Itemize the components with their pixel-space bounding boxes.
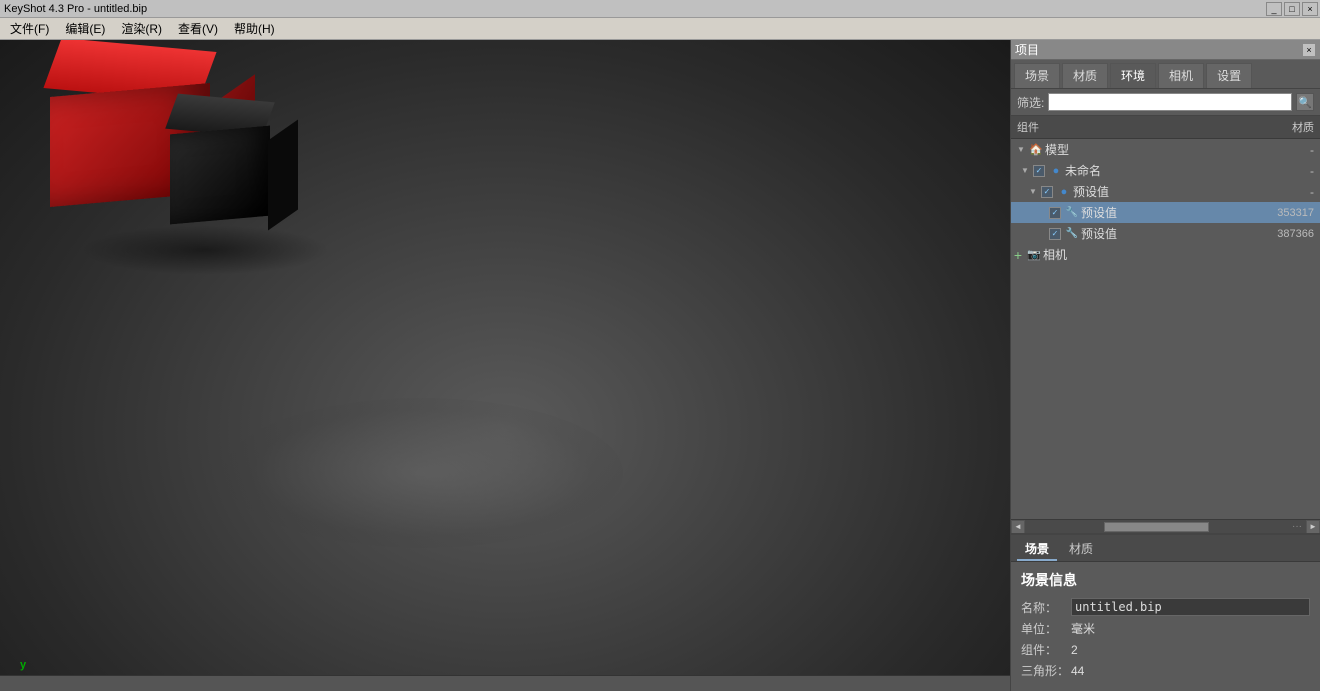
info-label-triangles: 三角形： [1021, 662, 1071, 679]
menu-edit[interactable]: 编辑(E) [59, 18, 111, 39]
black-cube-front [170, 126, 270, 225]
scroll-thumb[interactable] [1104, 522, 1209, 532]
checkbox-preset-1[interactable]: ✓ [1049, 207, 1061, 219]
model-icon: 🏠 [1029, 143, 1043, 157]
tree-item-preset-2[interactable]: ✓ 🔧 预设值 387366 [1011, 223, 1320, 244]
bottom-tab-material[interactable]: 材质 [1061, 538, 1101, 561]
minimize-button[interactable]: _ [1266, 2, 1282, 16]
tab-camera[interactable]: 相机 [1158, 63, 1204, 88]
tree-header: 组件 材质 [1011, 116, 1320, 139]
menu-help[interactable]: 帮助(H) [228, 18, 281, 39]
panel-close-button[interactable]: × [1302, 43, 1316, 57]
scene-tree: ▼ 🏠 模型 - ▼ ✓ ● 未命名 - ▼ ✓ ● 预设值 - [1011, 139, 1320, 519]
add-camera-button[interactable]: + [1011, 248, 1025, 262]
panel-title: 项目 [1015, 41, 1039, 58]
camera-icon: 📷 [1027, 248, 1041, 262]
tree-arrow-unnamed: ▼ [1019, 165, 1031, 177]
viewport-bottom-bar [0, 675, 1010, 691]
scroll-right-button[interactable]: ► [1306, 520, 1320, 534]
scroll-left-button[interactable]: ◄ [1011, 520, 1025, 534]
info-row-triangles: 三角形： 44 [1021, 662, 1310, 679]
title-bar-text: KeyShot 4.3 Pro - untitled.bip [4, 3, 147, 15]
floor-light [223, 398, 623, 548]
scene-container: y [0, 40, 1010, 691]
y-axis-label: y [20, 659, 26, 671]
scroll-track[interactable] [1025, 522, 1288, 532]
scene-name-input[interactable] [1071, 598, 1310, 616]
menu-view[interactable]: 查看(V) [172, 18, 224, 39]
scroll-dots: ··· [1288, 521, 1306, 532]
preset-parent-icon: ● [1057, 185, 1071, 199]
info-label-name: 名称： [1021, 599, 1071, 616]
viewport[interactable]: y [0, 40, 1010, 691]
close-button[interactable]: × [1302, 2, 1318, 16]
title-bar: KeyShot 4.3 Pro - untitled.bip _ □ × [0, 0, 1320, 18]
preset-1-icon: 🔧 [1065, 206, 1079, 220]
info-value-components: 2 [1071, 643, 1078, 657]
tree-item-preset-1[interactable]: ✓ 🔧 预设值 353317 [1011, 202, 1320, 223]
scene-info-title: 场景信息 [1021, 570, 1310, 590]
checkbox-preset-parent[interactable]: ✓ [1041, 186, 1053, 198]
tree-label-preset-1: 预设值 [1081, 204, 1277, 221]
tree-item-camera[interactable]: + 📷 相机 [1011, 244, 1320, 265]
info-row-components: 组件： 2 [1021, 641, 1310, 658]
menu-render[interactable]: 渲染(R) [115, 18, 168, 39]
tab-settings[interactable]: 设置 [1206, 63, 1252, 88]
maximize-button[interactable]: □ [1284, 2, 1300, 16]
search-input[interactable] [1048, 93, 1292, 111]
info-value-triangles: 44 [1071, 664, 1084, 678]
tree-item-preset-parent[interactable]: ▼ ✓ ● 预设值 - [1011, 181, 1320, 202]
info-row-unit: 单位： 毫米 [1021, 620, 1310, 637]
tree-header-components: 组件 [1017, 119, 1039, 135]
search-icon-button[interactable]: 🔍 [1296, 93, 1314, 111]
panel-tabs: 场景 材质 环境 相机 设置 [1011, 60, 1320, 89]
tab-scene[interactable]: 场景 [1014, 63, 1060, 88]
panel-search: 筛选: 🔍 [1011, 89, 1320, 116]
tree-arrow-preset-1 [1035, 207, 1047, 219]
info-value-unit: 毫米 [1071, 620, 1095, 637]
tree-item-unnamed[interactable]: ▼ ✓ ● 未命名 - [1011, 160, 1320, 181]
cube-shadow [80, 225, 330, 275]
scene-info: 场景信息 名称： 单位： 毫米 组件： 2 三角形： [1011, 562, 1320, 691]
tree-arrow-preset-2 [1035, 228, 1047, 240]
tree-value-unnamed: - [1310, 164, 1320, 178]
unnamed-icon: ● [1049, 164, 1063, 178]
tree-arrow-model: ▼ [1015, 144, 1027, 156]
menu-bar: 文件(F) 编辑(E) 渲染(R) 查看(V) 帮助(H) [0, 18, 1320, 40]
info-row-name: 名称： [1021, 598, 1310, 616]
tree-label-preset-parent: 预设值 [1073, 183, 1310, 200]
main-area: y 项目 × 场景 材质 环境 相机 设置 筛选: 🔍 组件 材质 [0, 40, 1320, 691]
bottom-tab-scene[interactable]: 场景 [1017, 538, 1057, 561]
tree-header-material: 材质 [1292, 119, 1314, 135]
panel-title-bar: 项目 × [1011, 40, 1320, 60]
tab-environment[interactable]: 环境 [1110, 63, 1156, 88]
tree-value-model: - [1310, 143, 1320, 157]
title-bar-controls: _ □ × [1266, 2, 1318, 16]
tree-label-preset-2: 预设值 [1081, 225, 1277, 242]
tree-value-preset-2: 387366 [1277, 228, 1320, 240]
preset-2-icon: 🔧 [1065, 227, 1079, 241]
tree-label-camera: 相机 [1043, 246, 1320, 263]
black-cube-right [268, 119, 298, 230]
info-label-unit: 单位： [1021, 620, 1071, 637]
tree-value-preset-1: 353317 [1277, 207, 1320, 219]
tab-material[interactable]: 材质 [1062, 63, 1108, 88]
tree-value-preset-parent: - [1310, 185, 1320, 199]
checkbox-preset-2[interactable]: ✓ [1049, 228, 1061, 240]
checkbox-unnamed[interactable]: ✓ [1033, 165, 1045, 177]
tree-scrollbar[interactable]: ◄ ··· ► [1011, 519, 1320, 533]
tree-label-model: 模型 [1045, 141, 1310, 158]
bottom-panel-tabs: 场景 材质 [1011, 535, 1320, 562]
tree-arrow-preset-parent: ▼ [1027, 186, 1039, 198]
menu-file[interactable]: 文件(F) [4, 18, 55, 39]
tree-item-model[interactable]: ▼ 🏠 模型 - [1011, 139, 1320, 160]
search-label: 筛选: [1017, 94, 1044, 111]
info-label-components: 组件： [1021, 641, 1071, 658]
panel: 项目 × 场景 材质 环境 相机 设置 筛选: 🔍 组件 材质 ▼ [1010, 40, 1320, 691]
bottom-panel: 场景 材质 场景信息 名称： 单位： 毫米 组件： 2 [1011, 533, 1320, 691]
tree-label-unnamed: 未命名 [1065, 162, 1310, 179]
